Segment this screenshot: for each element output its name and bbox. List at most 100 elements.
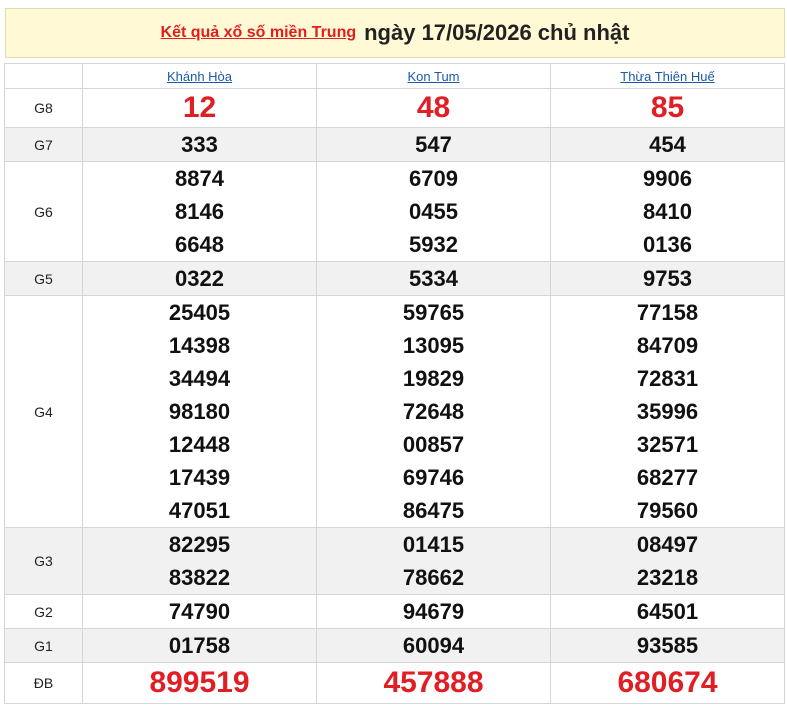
result-number: 8874 <box>175 166 224 191</box>
result-number: 83822 <box>168 565 231 590</box>
province-header: Kon Tum <box>316 63 551 89</box>
result-cell: 93585 <box>550 628 785 663</box>
result-cell: 547 <box>316 127 551 162</box>
prize-row: G6 8874 8146 6648 6709 0455 5932 9906 8410 0136 <box>4 161 785 262</box>
result-number: 82295 <box>168 532 231 557</box>
result-cell: 01758 <box>82 628 317 663</box>
prize-label: G1 <box>4 628 83 663</box>
prize-row: G2 74790 94679 64501 <box>4 594 785 629</box>
result-number: 59765 <box>402 300 465 325</box>
result-number: 74790 <box>168 599 231 624</box>
result-number: 899519 <box>149 666 250 699</box>
province-link[interactable]: Thừa Thiên Huế <box>620 69 714 84</box>
result-cell: 680674 <box>550 662 785 704</box>
result-number: 19829 <box>402 366 465 391</box>
result-cell: 333 <box>82 127 317 162</box>
result-number: 79560 <box>636 498 699 523</box>
prize-row: ĐB 899519 457888 680674 <box>4 662 785 704</box>
result-number: 68277 <box>636 465 699 490</box>
province-header: Thừa Thiên Huế <box>550 63 785 89</box>
result-cell: 9906 8410 0136 <box>550 161 785 262</box>
result-number: 547 <box>415 132 452 157</box>
result-number: 01758 <box>168 633 231 658</box>
result-cell: 899519 <box>82 662 317 704</box>
prize-row: G5 0322 5334 9753 <box>4 261 785 296</box>
result-cell: 5334 <box>316 261 551 296</box>
prize-label: G6 <box>4 161 83 262</box>
result-cell: 25405 14398 34494 98180 12448 17439 47051 <box>82 295 317 528</box>
result-cell: 08497 23218 <box>550 527 785 595</box>
result-cell: 6709 0455 5932 <box>316 161 551 262</box>
result-number: 47051 <box>168 498 231 523</box>
result-number: 08497 <box>636 532 699 557</box>
prize-label: G4 <box>4 295 83 528</box>
region-results-link[interactable]: Kết quả xổ số miền Trung <box>161 24 357 42</box>
prize-label: G2 <box>4 594 83 629</box>
result-number: 00857 <box>402 432 465 457</box>
result-number: 64501 <box>636 599 699 624</box>
results-body: G8 12 48 85 G7 333 547 454 G6 8874 8146 6648 6709 045… <box>4 88 785 704</box>
result-cell: 64501 <box>550 594 785 629</box>
province-link[interactable]: Kon Tum <box>407 69 459 84</box>
result-number: 23218 <box>636 565 699 590</box>
result-cell: 74790 <box>82 594 317 629</box>
result-cell: 60094 <box>316 628 551 663</box>
draw-date-title: ngày 17/05/2026 chủ nhật <box>364 20 630 45</box>
result-number: 457888 <box>383 666 484 699</box>
result-number: 9753 <box>643 266 692 291</box>
result-number: 94679 <box>402 599 465 624</box>
result-number: 98180 <box>168 399 231 424</box>
result-cell: 0322 <box>82 261 317 296</box>
result-number: 34494 <box>168 366 231 391</box>
result-number: 8410 <box>643 199 692 224</box>
result-number: 32571 <box>636 432 699 457</box>
province-header-row: Khánh Hòa Kon Tum Thừa Thiên Huế <box>4 63 785 89</box>
result-number: 6709 <box>409 166 458 191</box>
result-number: 48 <box>416 91 451 124</box>
result-cell: 94679 <box>316 594 551 629</box>
result-number: 35996 <box>636 399 699 424</box>
result-cell: 8874 8146 6648 <box>82 161 317 262</box>
result-number: 0322 <box>175 266 224 291</box>
result-number: 84709 <box>636 333 699 358</box>
result-number: 72648 <box>402 399 465 424</box>
prize-label: G5 <box>4 261 83 296</box>
result-number: 60094 <box>402 633 465 658</box>
result-number: 5334 <box>409 266 458 291</box>
result-number: 13095 <box>402 333 465 358</box>
prize-row: G1 01758 60094 93585 <box>4 628 785 663</box>
result-number: 86475 <box>402 498 465 523</box>
prize-row: G7 333 547 454 <box>4 127 785 162</box>
result-number: 333 <box>181 132 218 157</box>
result-number: 0136 <box>643 232 692 257</box>
result-number: 78662 <box>402 565 465 590</box>
result-number: 01415 <box>402 532 465 557</box>
prize-row: G8 12 48 85 <box>4 88 785 128</box>
result-cell: 48 <box>316 88 551 128</box>
result-cell: 01415 78662 <box>316 527 551 595</box>
result-cell: 82295 83822 <box>82 527 317 595</box>
result-cell: 85 <box>550 88 785 128</box>
lottery-results-table: Khánh Hòa Kon Tum Thừa Thiên Huế G8 12 48 8… <box>4 63 785 704</box>
prize-row: G3 82295 83822 01415 78662 08497 23218 <box>4 527 785 595</box>
prize-column-header <box>4 63 83 89</box>
result-number: 14398 <box>168 333 231 358</box>
prize-row: G4 25405 14398 34494 98180 12448 17439 47051 597… <box>4 295 785 528</box>
result-number: 680674 <box>617 666 718 699</box>
result-number: 0455 <box>409 199 458 224</box>
prize-label: G8 <box>4 88 83 128</box>
province-link[interactable]: Khánh Hòa <box>167 69 232 84</box>
prize-label: G3 <box>4 527 83 595</box>
result-cell: 9753 <box>550 261 785 296</box>
result-cell: 457888 <box>316 662 551 704</box>
result-number: 9906 <box>643 166 692 191</box>
prize-label: ĐB <box>4 662 83 704</box>
results-header: Kết quả xổ số miền Trung ngày 17/05/2026… <box>5 8 785 58</box>
result-number: 72831 <box>636 366 699 391</box>
result-number: 93585 <box>636 633 699 658</box>
result-number: 77158 <box>636 300 699 325</box>
result-number: 5932 <box>409 232 458 257</box>
result-cell: 454 <box>550 127 785 162</box>
result-number: 85 <box>650 91 685 124</box>
result-number: 17439 <box>168 465 231 490</box>
